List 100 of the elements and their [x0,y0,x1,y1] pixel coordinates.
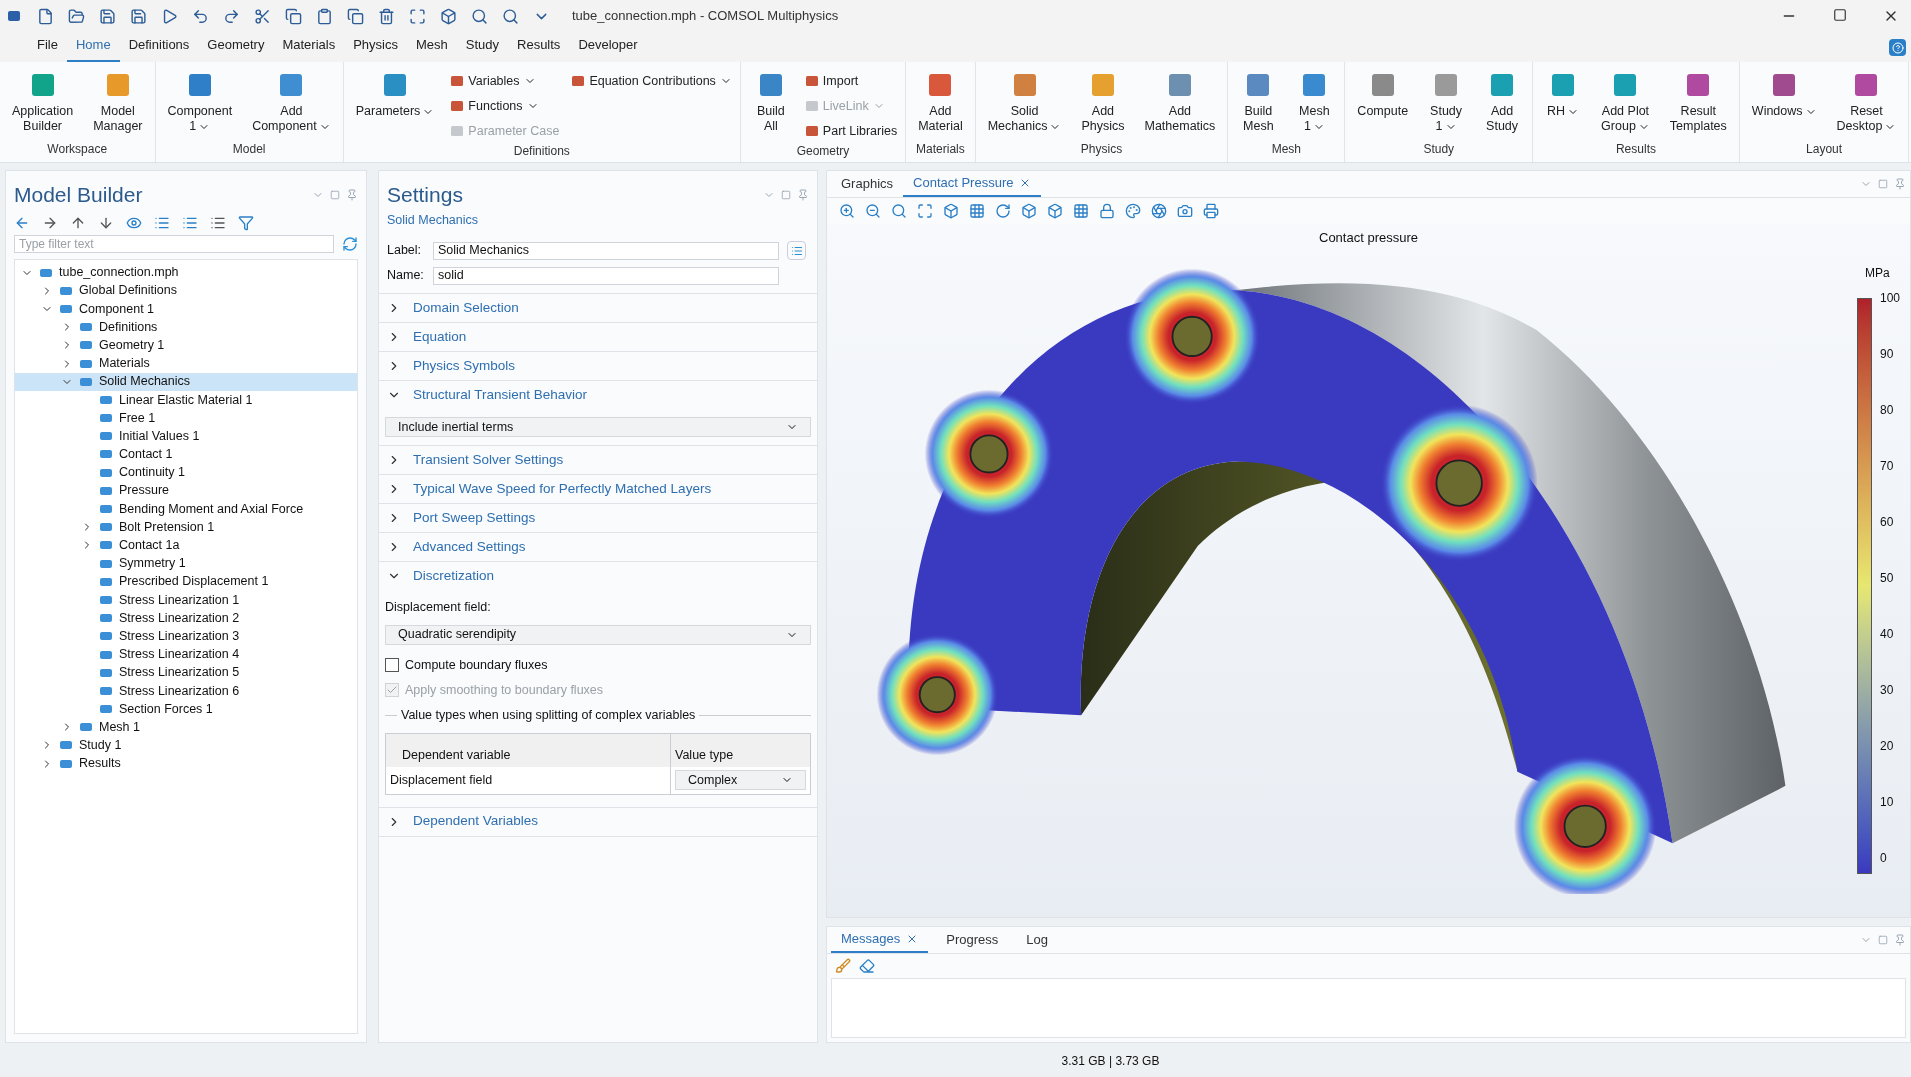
ribbon-button[interactable]: Compute [1349,66,1417,119]
ribbon-button[interactable]: Equation Contributions [571,70,732,92]
new-file-icon[interactable] [37,7,54,25]
notes-icon[interactable] [790,244,803,257]
copy-icon[interactable] [347,7,364,25]
save-icon[interactable] [99,7,116,25]
tree-item[interactable]: Study 1 [15,736,357,755]
section-header[interactable]: Transient Solver Settings [379,446,817,474]
lock-icon[interactable] [1099,203,1115,219]
pin-icon[interactable] [1894,934,1906,946]
zoom-box-icon[interactable] [891,203,907,219]
section-header[interactable]: Equation [379,323,817,351]
section-header[interactable]: Advanced Settings [379,533,817,561]
ribbon-button[interactable]: RH [1537,66,1590,119]
menu-tab[interactable]: Mesh [406,34,457,62]
select-icon[interactable] [409,7,426,25]
tree-item[interactable]: Bolt Pretension 1 [15,518,357,537]
refresh-icon[interactable] [342,235,358,252]
panel-tab[interactable]: Messages [831,927,929,953]
menu-tab[interactable]: Definitions [119,34,199,62]
tree-item[interactable]: tube_connection.mph [15,263,357,282]
section-header[interactable]: Port Sweep Settings [379,504,817,532]
ribbon-button[interactable]: Mesh 1 [1288,66,1341,134]
brush-icon[interactable] [835,958,851,974]
tree-item[interactable]: Results [15,754,357,773]
pin-icon[interactable] [797,188,809,201]
tree-item[interactable]: Solid Mechanics [15,372,357,391]
maximize-icon[interactable] [1833,8,1847,22]
ribbon-button[interactable]: Model Manager [85,66,151,134]
tree-item[interactable]: Pressure [15,481,357,500]
section-header[interactable]: Domain Selection [379,294,817,322]
menu-tab[interactable]: Results [508,34,570,62]
pin-icon[interactable] [346,188,358,201]
grid-icon[interactable] [969,203,985,219]
printer-icon[interactable] [1203,203,1219,219]
copy-icon[interactable] [285,7,302,25]
fit-icon[interactable] [917,203,933,219]
ribbon-button[interactable]: Variables [450,70,560,92]
section-header[interactable]: Physics Symbols [379,352,817,380]
ribbon-button[interactable]: Add Mathematics [1136,66,1224,134]
ribbon-button[interactable]: Add Material [910,66,971,134]
panel-tab[interactable]: Progress [936,927,1009,953]
tree-item[interactable]: Stress Linearization 5 [15,663,357,682]
dropdown-select[interactable]: Quadratic serendipity [385,624,811,645]
filter-field[interactable]: Type filter text [14,234,334,253]
ribbon-button[interactable]: Add Plot Group [1593,66,1658,134]
value-type-select[interactable]: Complex [675,770,806,791]
eraser-icon[interactable] [859,958,875,974]
tree-item[interactable]: Bending Moment and Axial Force [15,499,357,519]
search-icon[interactable] [502,7,519,25]
ribbon-button[interactable]: Reset Desktop [1828,66,1905,134]
aperture-icon[interactable] [1151,203,1167,219]
play-icon[interactable] [161,7,178,25]
tree-item[interactable]: Component 1 [15,299,357,319]
section-header[interactable]: Discretization [379,562,817,590]
name-field[interactable]: solid [433,266,779,285]
search-icon[interactable] [471,7,488,25]
tree-item[interactable]: Contact 1 [15,445,357,464]
help-button[interactable] [1889,39,1906,56]
redo-icon[interactable] [223,7,240,25]
menu-tab[interactable]: File [28,34,67,62]
filter-icon[interactable] [238,214,254,231]
menu-tab[interactable]: Physics [344,34,407,62]
ribbon-button[interactable]: Component 1 [159,66,241,134]
tree-item[interactable]: Linear Elastic Material 1 [15,390,357,409]
ribbon-button[interactable]: Result Templates [1661,66,1735,134]
menu-tab[interactable]: Geometry [198,34,274,62]
tree-item[interactable]: Stress Linearization 6 [15,681,357,700]
ribbon-button[interactable]: Windows [1743,66,1825,119]
tree-item[interactable]: Definitions [15,318,357,337]
panel-tab[interactable]: Log [1016,927,1058,953]
paste-icon[interactable] [316,7,333,25]
zoom-in-icon[interactable] [839,203,855,219]
tree-item[interactable]: Materials [15,354,357,373]
save-icon[interactable] [130,7,147,25]
section-header[interactable]: Dependent Variables [379,807,817,836]
menu-tab[interactable]: Developer [569,34,647,62]
ribbon-button[interactable]: Functions [450,95,560,117]
cube-icon[interactable] [943,203,959,219]
dropdown-select[interactable]: Include inertial terms [385,417,811,437]
menu-tab[interactable]: Study [456,34,508,62]
section-header[interactable]: Typical Wave Speed for Perfectly Matched Layers [379,475,817,503]
tree-item[interactable]: Free 1 [15,409,357,428]
tree-item[interactable]: Mesh 1 [15,718,357,737]
tree-item[interactable]: Geometry 1 [15,336,357,355]
ribbon-button[interactable]: Build All [744,66,797,134]
menu-tab[interactable]: Materials [273,34,345,62]
panel-tab[interactable]: Contact Pressure [903,171,1042,197]
tree-item[interactable]: Symmetry 1 [15,554,357,573]
tree-item[interactable]: Stress Linearization 1 [15,590,357,610]
panel-tab[interactable]: Graphics [831,171,904,197]
camera-icon[interactable] [1177,203,1193,219]
cut-icon[interactable] [254,7,271,25]
ribbon-button[interactable]: Parameters [347,66,443,119]
tree-item[interactable]: Stress Linearization 2 [15,609,357,628]
zoom-out-icon[interactable] [865,203,881,219]
ribbon-button[interactable]: Part Libraries [804,120,898,142]
label-field[interactable]: Solid Mechanics [433,241,779,260]
ribbon-button[interactable]: Import [804,70,898,92]
checkbox[interactable] [385,658,399,673]
